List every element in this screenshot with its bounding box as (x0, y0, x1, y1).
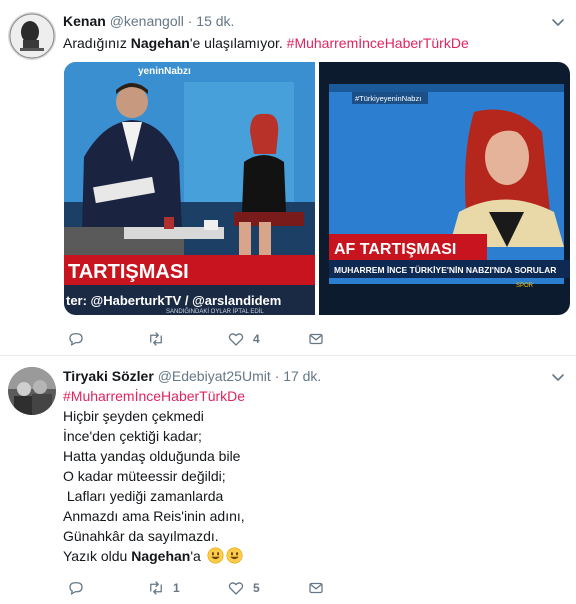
media-photo-right[interactable]: #TürkiyeyeninNabzı AF TARTIŞMASI MUHARRE… (319, 62, 570, 315)
user-name[interactable]: Kenan (63, 13, 106, 29)
chevron-down-icon[interactable] (550, 14, 566, 30)
smiley-icon (207, 547, 224, 564)
tweet[interactable]: Tiryaki Sözler @Edebiyat25Umit · 17 dk. … (0, 356, 576, 604)
avatar[interactable] (8, 12, 56, 60)
media-banner-right: AF TARTIŞMASI (334, 241, 456, 258)
reply-icon (69, 333, 83, 346)
separator-dot: · (187, 13, 193, 29)
smiley-icon (226, 547, 243, 564)
media-ticker-left: ter: @HaberturkTV / @arslandidem (66, 293, 281, 308)
dm-icon (309, 582, 323, 594)
media-photo-left[interactable]: yeninNabzı TARTIŞMASI ter: @HaberturkTV … (64, 62, 315, 315)
poem-line: Hiçbir şeyden çekmedi (63, 408, 204, 424)
tweet-header: Tiryaki Sözler @Edebiyat25Umit · 17 dk. (63, 367, 321, 385)
media-ticker-right: MUHARREM İNCE TÜRKİYE'NİN NABZI'NDA SORU… (334, 265, 556, 275)
media-sport-label: SPOR (516, 283, 534, 289)
reply-icon (69, 582, 83, 595)
separator-dot: · (274, 368, 280, 384)
poem-line: Günahkâr da sayılmazdı. (63, 528, 219, 544)
dm-button[interactable] (307, 578, 325, 598)
retweet-button[interactable]: 1 (147, 578, 180, 598)
poem-line: Hatta yandaş olduğunda bile (63, 448, 241, 464)
avatar[interactable] (8, 367, 56, 415)
like-count: 4 (253, 332, 260, 346)
like-button[interactable]: 4 (227, 329, 260, 349)
reply-button[interactable] (67, 578, 93, 598)
tweet-text: #MuharremİnceHaberTürkDe Hiçbir şeyden ç… (63, 386, 245, 566)
like-count: 5 (253, 581, 260, 595)
timestamp[interactable]: 17 dk. (283, 368, 321, 384)
like-icon (228, 333, 244, 346)
tweet-text: Aradığınız Nagehan'e ulaşılamıyor. #Muha… (63, 35, 469, 51)
like-button[interactable]: 5 (227, 578, 260, 598)
media-tag-right: #TürkiyeyeninNabzı (355, 94, 421, 103)
mention-bold: Nagehan (131, 548, 191, 564)
hashtag-link[interactable]: #MuharremİnceHaberTürkDe (287, 35, 469, 51)
user-handle[interactable]: @kenangoll (110, 13, 184, 29)
poem-line: Lafları yediği zamanlarda (63, 488, 224, 504)
tweet[interactable]: Kenan @kenangoll · 15 dk. Aradığınız Nag… (0, 0, 576, 356)
chevron-down-icon[interactable] (550, 369, 566, 385)
media-logo-text: yeninNabzı (138, 66, 191, 77)
retweet-icon (150, 332, 162, 346)
user-name[interactable]: Tiryaki Sözler (63, 368, 154, 384)
like-icon (228, 582, 244, 595)
poem-line: Anmazdı ama Reis'inin adını, (63, 508, 245, 524)
dm-button[interactable] (307, 329, 325, 349)
retweet-count: 1 (173, 581, 180, 595)
reply-button[interactable] (67, 329, 93, 349)
mention-bold: Nagehan (130, 35, 190, 51)
media-ticker-small: SANDIĞINDAKİ OYLAR İPTAL EDİL (166, 308, 264, 315)
tweet-media[interactable]: yeninNabzı TARTIŞMASI ter: @HaberturkTV … (64, 62, 570, 315)
dm-icon (309, 333, 323, 345)
media-banner-left: TARTIŞMASI (68, 261, 189, 283)
user-handle[interactable]: @Edebiyat25Umit (158, 368, 271, 384)
retweet-icon (150, 581, 162, 595)
poem-line: O kadar müteessir değildi; (63, 468, 226, 484)
retweet-button[interactable] (147, 329, 173, 349)
poem-line: İnce'den çektiği kadar; (63, 428, 202, 444)
tweet-header: Kenan @kenangoll · 15 dk. (63, 12, 234, 30)
hashtag-link[interactable]: #MuharremİnceHaberTürkDe (63, 386, 245, 406)
poem-last-line: Yazık oldu Nagehan'a (63, 546, 245, 566)
timestamp[interactable]: 15 dk. (196, 13, 234, 29)
